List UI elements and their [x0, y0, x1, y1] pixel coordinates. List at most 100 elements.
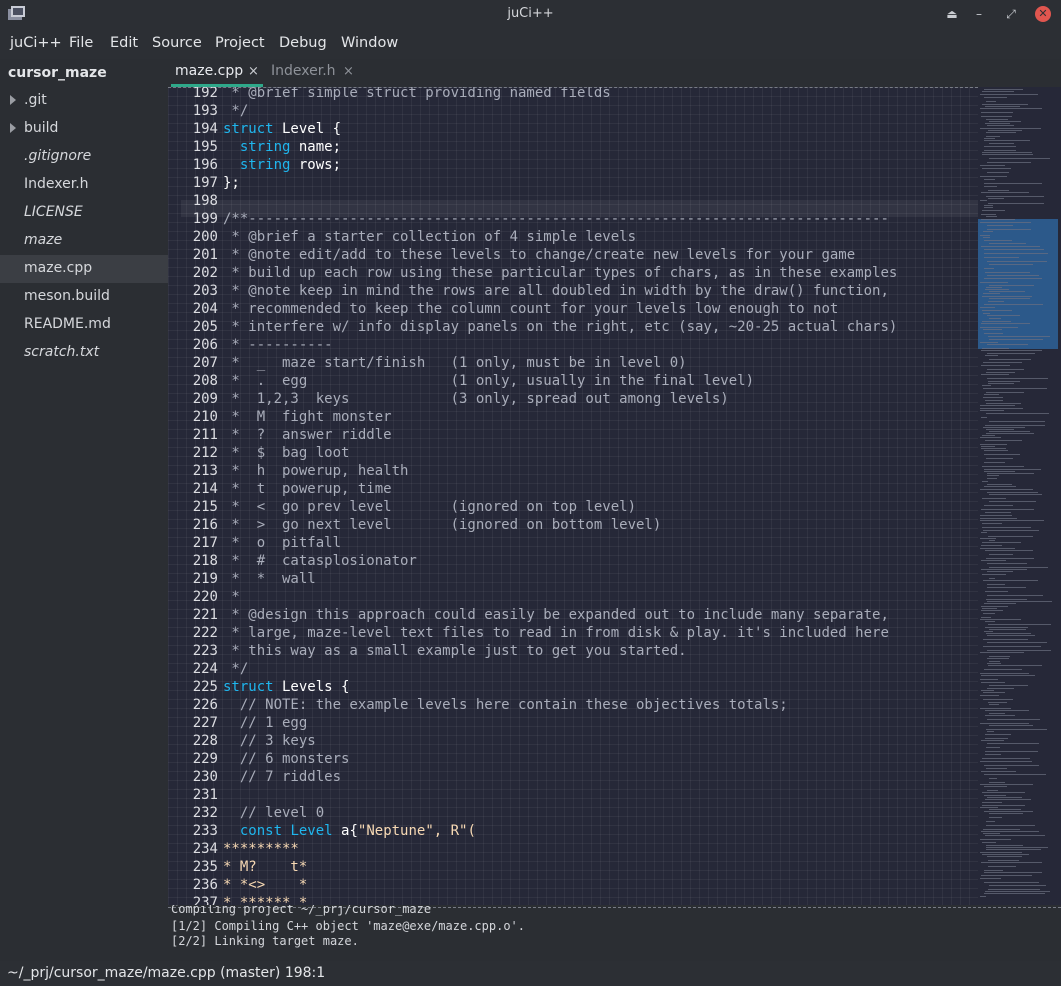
- code-token: * large, maze-level text files to read i…: [223, 625, 889, 641]
- minimap-line: [986, 403, 1021, 404]
- code-line[interactable]: * @brief simple struct providing named f…: [223, 87, 897, 102]
- line-number: 226: [192, 697, 218, 713]
- close-window-icon[interactable]: ✕: [1035, 6, 1051, 22]
- code-line[interactable]: };: [223, 174, 897, 192]
- project-name[interactable]: cursor_maze: [8, 65, 107, 81]
- code-line[interactable]: string rows;: [223, 156, 897, 174]
- code-line[interactable]: * M? t*: [223, 858, 897, 876]
- file-tree-item[interactable]: maze: [0, 227, 168, 255]
- code-line[interactable]: * > go next level (ignored on bottom lev…: [223, 516, 897, 534]
- code-line[interactable]: * large, maze-level text files to read i…: [223, 624, 897, 642]
- file-tree-item[interactable]: README.md: [0, 311, 168, 339]
- code-text[interactable]: * @brief simple struct providing named f…: [223, 87, 897, 905]
- keep-above-icon[interactable]: ⏏: [942, 4, 962, 24]
- code-line[interactable]: * $ bag loot: [223, 444, 897, 462]
- tab-indexer-h[interactable]: Indexer.h: [271, 63, 336, 79]
- code-line[interactable]: * @note keep in mind the rows are all do…: [223, 282, 897, 300]
- file-tree-item[interactable]: .gitignore: [0, 143, 168, 171]
- code-line[interactable]: * interfere w/ info display panels on th…: [223, 318, 897, 336]
- code-line[interactable]: * t powerup, time: [223, 480, 897, 498]
- file-tree-item[interactable]: maze.cpp: [0, 255, 168, 283]
- minimap-line: [985, 400, 1003, 401]
- menu-file[interactable]: File: [69, 35, 93, 51]
- line-number: 230: [192, 769, 218, 785]
- code-line[interactable]: * # catasplosionator: [223, 552, 897, 570]
- code-line[interactable]: * < go prev level (ignored on top level): [223, 498, 897, 516]
- code-line[interactable]: struct Levels {: [223, 678, 897, 696]
- expand-arrow-icon[interactable]: [10, 95, 16, 105]
- code-line[interactable]: * *<> *: [223, 876, 897, 894]
- file-tree-item[interactable]: LICENSE: [0, 199, 168, 227]
- menu-window[interactable]: Window: [341, 35, 398, 51]
- code-line[interactable]: // 6 monsters: [223, 750, 897, 768]
- minimap-line: [988, 190, 1009, 191]
- code-line[interactable]: * recommended to keep the column count f…: [223, 300, 897, 318]
- code-line[interactable]: */: [223, 102, 897, 120]
- close-tab-icon[interactable]: ×: [248, 64, 259, 79]
- code-line[interactable]: [223, 192, 897, 210]
- code-line[interactable]: [223, 786, 897, 804]
- code-line[interactable]: *********: [223, 840, 897, 858]
- minimap-line: [985, 715, 1015, 716]
- code-line[interactable]: * o pitfall: [223, 534, 897, 552]
- minimap-line: [986, 558, 1034, 559]
- code-line[interactable]: * ----------: [223, 336, 897, 354]
- file-tree-label: maze.cpp: [24, 260, 93, 276]
- file-tree-item[interactable]: Indexer.h: [0, 171, 168, 199]
- minimap-line: [983, 829, 1020, 830]
- tab-maze-cpp[interactable]: maze.cpp: [175, 63, 243, 79]
- code-line[interactable]: /**-------------------------------------…: [223, 210, 897, 228]
- menu-edit[interactable]: Edit: [110, 35, 138, 51]
- minimap-line: [982, 802, 1002, 803]
- minimap-line: [982, 104, 1028, 105]
- code-line[interactable]: // 3 keys: [223, 732, 897, 750]
- minimize-icon[interactable]: –: [969, 4, 989, 24]
- file-tree-item[interactable]: .git: [0, 87, 168, 115]
- code-editor[interactable]: 192 193 194 195 196 197 198 199 200 201 202 203 204 2…: [168, 87, 978, 905]
- code-line[interactable]: * this way as a small example just to ge…: [223, 642, 897, 660]
- maximize-icon[interactable]: ⤢: [1001, 4, 1021, 24]
- code-line[interactable]: * _ maze start/finish (1 only, must be i…: [223, 354, 897, 372]
- code-line[interactable]: * ****** *: [223, 894, 897, 905]
- close-tab-icon[interactable]: ×: [343, 64, 354, 79]
- minimap-line: [983, 580, 1038, 581]
- minimap-line: [980, 878, 1001, 879]
- minimap-line: [986, 101, 996, 102]
- menu-jucipp[interactable]: juCi++: [10, 35, 62, 51]
- code-token: const: [239, 823, 283, 839]
- minimap-line: [983, 397, 1003, 398]
- code-line[interactable]: // level 0: [223, 804, 897, 822]
- minimap-line: [988, 866, 1016, 867]
- code-line[interactable]: string name;: [223, 138, 897, 156]
- code-line[interactable]: // NOTE: the example levels here contain…: [223, 696, 897, 714]
- code-line[interactable]: */: [223, 660, 897, 678]
- code-line[interactable]: * h powerup, health: [223, 462, 897, 480]
- code-token: // 3 keys: [223, 733, 316, 749]
- code-line[interactable]: * @note edit/add to these levels to chan…: [223, 246, 897, 264]
- code-line[interactable]: * @brief a starter collection of 4 simpl…: [223, 228, 897, 246]
- code-line[interactable]: * @design this approach could easily be …: [223, 606, 897, 624]
- code-line[interactable]: * build up each row using these particul…: [223, 264, 897, 282]
- expand-arrow-icon[interactable]: [10, 123, 16, 133]
- code-line[interactable]: // 1 egg: [223, 714, 897, 732]
- menu-debug[interactable]: Debug: [279, 35, 327, 51]
- menu-source[interactable]: Source: [152, 35, 202, 51]
- file-tree-item[interactable]: build: [0, 115, 168, 143]
- code-line[interactable]: * . egg (1 only, usually in the final le…: [223, 372, 897, 390]
- minimap-line: [980, 410, 1004, 411]
- terminal-panel[interactable]: Compiling project ~/_prj/cursor_maze [1/…: [168, 905, 1061, 961]
- code-line[interactable]: * 1,2,3 keys (3 only, spread out among l…: [223, 390, 897, 408]
- code-line[interactable]: const Level a{"Neptune", R"(: [223, 822, 897, 840]
- minimap[interactable]: [978, 87, 1061, 905]
- code-line[interactable]: struct Level {: [223, 120, 897, 138]
- code-line[interactable]: *: [223, 588, 897, 606]
- code-line[interactable]: // 7 riddles: [223, 768, 897, 786]
- menu-project[interactable]: Project: [215, 35, 265, 51]
- code-line[interactable]: * * wall: [223, 570, 897, 588]
- file-tree-item[interactable]: scratch.txt: [0, 339, 168, 367]
- minimap-line: [984, 454, 1020, 455]
- minimap-line: [984, 268, 994, 269]
- code-line[interactable]: * ? answer riddle: [223, 426, 897, 444]
- code-line[interactable]: * M fight monster: [223, 408, 897, 426]
- file-tree-item[interactable]: meson.build: [0, 283, 168, 311]
